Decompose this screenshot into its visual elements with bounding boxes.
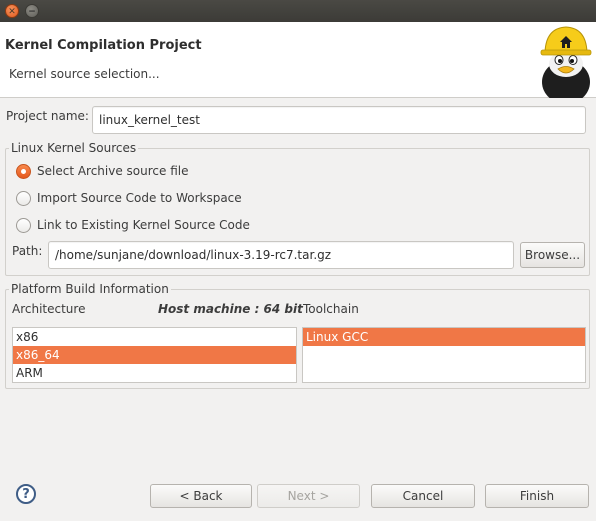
radio-checked-icon[interactable] bbox=[16, 163, 31, 179]
project-name-label: Project name: bbox=[6, 109, 89, 123]
wizard-subtitle: Kernel source selection... bbox=[9, 67, 160, 81]
toolchain-label: Toolchain bbox=[303, 302, 359, 316]
architecture-list[interactable]: x86 x86_64 ARM bbox=[12, 327, 297, 383]
architecture-label: Architecture bbox=[12, 302, 86, 316]
list-item-arm[interactable]: ARM bbox=[13, 364, 296, 382]
radio-link-existing[interactable]: Link to Existing Kernel Source Code bbox=[16, 216, 250, 234]
wizard-header: Kernel Compilation Project Kernel source… bbox=[0, 22, 596, 98]
list-item-x86-64[interactable]: x86_64 bbox=[13, 346, 296, 364]
cancel-button[interactable]: Cancel bbox=[371, 484, 475, 508]
tux-hardhat-logo-icon bbox=[540, 26, 592, 98]
radio-import-source[interactable]: Import Source Code to Workspace bbox=[16, 189, 242, 207]
wizard-title: Kernel Compilation Project bbox=[5, 38, 202, 53]
close-icon: ✕ bbox=[8, 7, 16, 17]
path-input[interactable]: /home/sunjane/download/linux-3.19-rc7.ta… bbox=[48, 241, 514, 269]
radio-import-source-label: Import Source Code to Workspace bbox=[37, 191, 242, 205]
next-button[interactable]: Next > bbox=[257, 484, 360, 508]
help-icon: ? bbox=[22, 487, 30, 502]
radio-select-archive[interactable]: Select Archive source file bbox=[16, 162, 189, 180]
back-button[interactable]: < Back bbox=[150, 484, 252, 508]
radio-unchecked-icon[interactable] bbox=[16, 217, 31, 233]
help-button[interactable]: ? bbox=[16, 484, 36, 504]
radio-select-archive-label: Select Archive source file bbox=[37, 164, 189, 178]
kernel-sources-group-title: Linux Kernel Sources bbox=[9, 141, 139, 155]
finish-button[interactable]: Finish bbox=[485, 484, 589, 508]
window-titlebar: ✕ − bbox=[0, 0, 596, 22]
browse-button[interactable]: Browse... bbox=[520, 242, 585, 268]
host-machine-label: Host machine : 64 bit bbox=[158, 302, 303, 316]
radio-unchecked-icon[interactable] bbox=[16, 190, 31, 206]
toolchain-list[interactable]: Linux GCC bbox=[302, 327, 586, 383]
close-window-button[interactable]: ✕ bbox=[5, 4, 19, 18]
path-label: Path: bbox=[12, 244, 43, 258]
minimize-window-button[interactable]: − bbox=[25, 4, 39, 18]
project-name-input[interactable]: linux_kernel_test bbox=[92, 106, 586, 134]
minimize-icon: − bbox=[28, 7, 36, 17]
platform-build-group-title: Platform Build Information bbox=[9, 282, 171, 296]
radio-link-existing-label: Link to Existing Kernel Source Code bbox=[37, 218, 250, 232]
list-item-x86[interactable]: x86 bbox=[13, 328, 296, 346]
list-item-linux-gcc[interactable]: Linux GCC bbox=[303, 328, 585, 346]
